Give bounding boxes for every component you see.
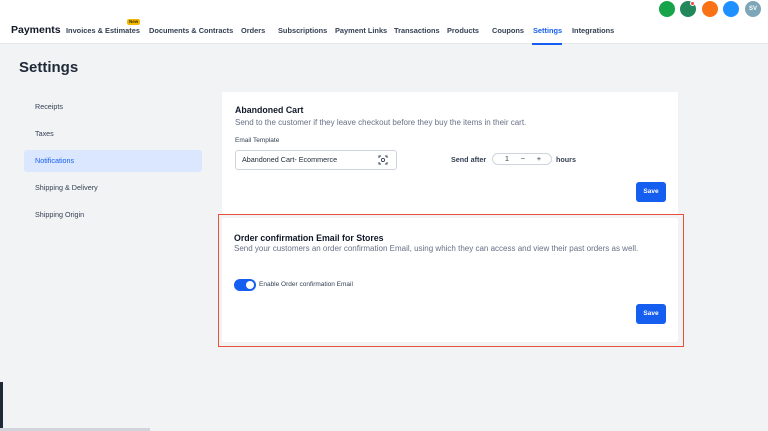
tab-settings[interactable]: Settings: [533, 26, 562, 35]
page-title: Settings: [19, 59, 79, 76]
tab-payment-links[interactable]: Payment Links: [335, 26, 387, 35]
notification-dot: [690, 1, 695, 6]
email-template-label: Email Template: [235, 137, 280, 144]
abandoned-cart-description: Send to the customer if they leave check…: [235, 118, 527, 127]
abandoned-cart-save-button[interactable]: Save: [636, 182, 666, 202]
order-confirmation-description: Send your customers an order confirmatio…: [234, 244, 639, 253]
sidebar-item-receipts[interactable]: Receipts: [24, 96, 202, 118]
enable-order-confirmation-toggle[interactable]: [234, 279, 256, 291]
tab-documents-contracts[interactable]: Documents & Contracts: [149, 26, 233, 35]
tab-coupons[interactable]: Coupons: [492, 26, 524, 35]
enable-order-confirmation-label: Enable Order confirmation Email: [259, 281, 353, 288]
send-after-label: Send after: [451, 155, 487, 164]
user-avatar[interactable]: SV: [745, 1, 761, 17]
avatar[interactable]: [723, 1, 739, 17]
order-confirmation-save-button[interactable]: Save: [636, 304, 666, 324]
new-badge: New: [127, 19, 141, 25]
hours-label: hours: [556, 155, 576, 164]
app-title: Payments: [11, 24, 61, 36]
toggle-knob: [246, 281, 254, 289]
send-after-stepper[interactable]: 1 − +: [492, 153, 552, 165]
abandoned-cart-title: Abandoned Cart: [235, 105, 304, 115]
top-navigation-bar: Payments Invoices & Estimates New Docume…: [0, 0, 768, 45]
avatar[interactable]: [702, 1, 718, 17]
left-edge-bar: [0, 382, 3, 431]
sidebar-item-shipping-origin[interactable]: Shipping Origin: [24, 204, 202, 226]
sidebar-item-taxes[interactable]: Taxes: [24, 123, 202, 145]
active-tab-indicator: [532, 43, 562, 45]
order-confirmation-card: Order confirmation Email for Stores Send…: [222, 218, 678, 342]
tab-products[interactable]: Products: [447, 26, 479, 35]
sidebar-item-notifications[interactable]: Notifications: [24, 150, 202, 172]
abandoned-cart-card: Abandoned Cart Send to the customer if t…: [222, 92, 678, 214]
minus-button[interactable]: −: [518, 154, 528, 164]
email-template-value: Abandoned Cart- Ecommerce: [242, 155, 338, 164]
avatar[interactable]: [659, 1, 675, 17]
tab-invoices-estimates[interactable]: Invoices & Estimates: [66, 26, 140, 35]
plus-button[interactable]: +: [534, 154, 544, 164]
send-after-value[interactable]: 1: [502, 154, 512, 164]
tab-subscriptions[interactable]: Subscriptions: [278, 26, 327, 35]
tab-transactions[interactable]: Transactions: [394, 26, 440, 35]
sidebar-item-shipping-delivery[interactable]: Shipping & Delivery: [24, 177, 202, 199]
scan-icon[interactable]: [378, 155, 388, 165]
tab-orders[interactable]: Orders: [241, 26, 265, 35]
email-template-select[interactable]: Abandoned Cart- Ecommerce: [235, 150, 397, 170]
tab-integrations[interactable]: Integrations: [572, 26, 614, 35]
